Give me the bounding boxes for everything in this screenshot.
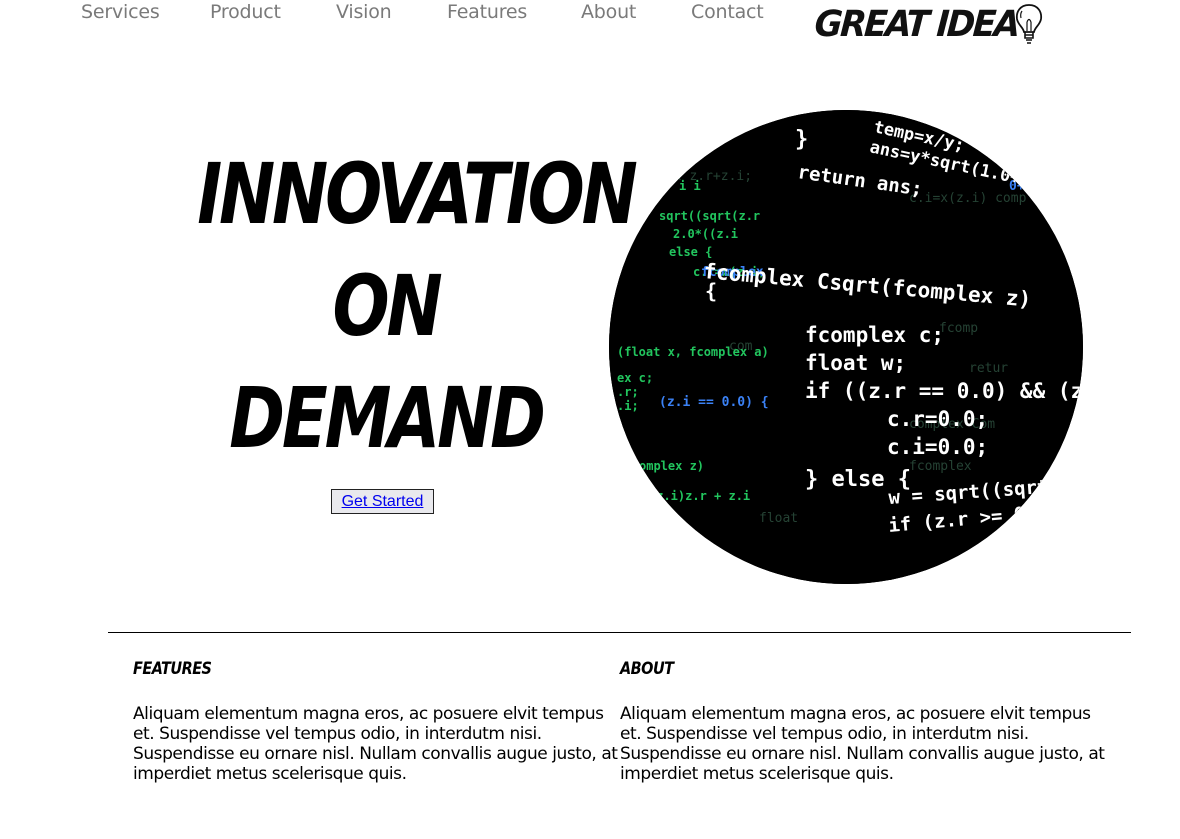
top-nav: Services Product Vision Features About C… (0, 0, 1180, 45)
features-body: Aliquam elementum magna eros, ac posuere… (133, 704, 618, 784)
svg-text:retur: retur (969, 361, 1008, 376)
site-logo[interactable]: GREAT IDEA (813, 4, 1056, 50)
nav-link-product[interactable]: Product (210, 1, 281, 23)
nav-link-features[interactable]: Features (447, 1, 527, 23)
svg-text:(z.i == 0.0) {: (z.i == 0.0) { (659, 395, 769, 410)
svg-text:(z.i)z.r + z.i: (z.i)z.r + z.i (649, 489, 750, 503)
hero-title-line-2: ON (332, 257, 443, 355)
svg-text:}: } (795, 127, 808, 152)
svg-text:sqrt((sqrt(z.r: sqrt((sqrt(z.r (659, 209, 760, 223)
svg-text:float: float (759, 511, 798, 526)
hero-code-image: fcomplex z.r+z.i; c.i=x(z.i) comp fcomp … (609, 110, 1083, 584)
svg-text:.i;: .i; (617, 399, 639, 413)
about-heading: ABOUT (620, 659, 674, 679)
section-divider (108, 632, 1131, 633)
svg-text:ex c;: ex c; (617, 371, 653, 385)
features-heading: FEATURES (133, 659, 212, 679)
svg-text:float w;: float w; (805, 351, 906, 375)
svg-text:2.0*((z.i: 2.0*((z.i (673, 227, 738, 241)
svg-text:(float x, fcomplex a): (float x, fcomplex a) (617, 345, 769, 359)
features-section: FEATURES Aliquam elementum magna eros, a… (133, 658, 619, 784)
nav-link-contact[interactable]: Contact (691, 1, 764, 23)
hero-title: INNOVATION ON DEMAND (197, 138, 638, 474)
svg-text:c.r=0.0;: c.r=0.0; (887, 407, 988, 431)
hero-title-line-3: DEMAND (229, 369, 546, 467)
svg-text:fcomplex: fcomplex (909, 459, 972, 474)
svg-text:fcomp: fcomp (939, 321, 978, 336)
svg-text:fcomplex c;: fcomplex c; (805, 323, 944, 347)
nav-link-services[interactable]: Services (81, 1, 160, 23)
svg-text:if ((z.r == 0.0) && (z.i == 0.: if ((z.r == 0.0) && (z.i == 0.0)) { (805, 379, 1083, 403)
svg-text:else {: else { (669, 245, 712, 259)
about-body: Aliquam elementum magna eros, ac posuere… (620, 704, 1105, 784)
nav-link-about[interactable]: About (581, 1, 636, 23)
svg-text:omplex z): omplex z) (639, 459, 704, 473)
lightbulb-icon (1015, 4, 1043, 44)
nav-link-vision[interactable]: Vision (336, 1, 392, 23)
logo-text: GREAT IDEA (813, 4, 1020, 45)
svg-text:c.i=0.0;: c.i=0.0; (887, 435, 988, 459)
svg-text:i i: i i (679, 179, 701, 193)
code-image-canvas: fcomplex z.r+z.i; c.i=x(z.i) comp fcomp … (609, 110, 1083, 584)
hero-title-line-1: INNOVATION (197, 145, 638, 243)
get-started-button[interactable]: Get Started (331, 489, 434, 514)
about-section: ABOUT Aliquam elementum magna eros, ac p… (620, 658, 1106, 784)
svg-text:{: { (705, 279, 717, 303)
svg-text:.r;: .r; (617, 385, 639, 399)
